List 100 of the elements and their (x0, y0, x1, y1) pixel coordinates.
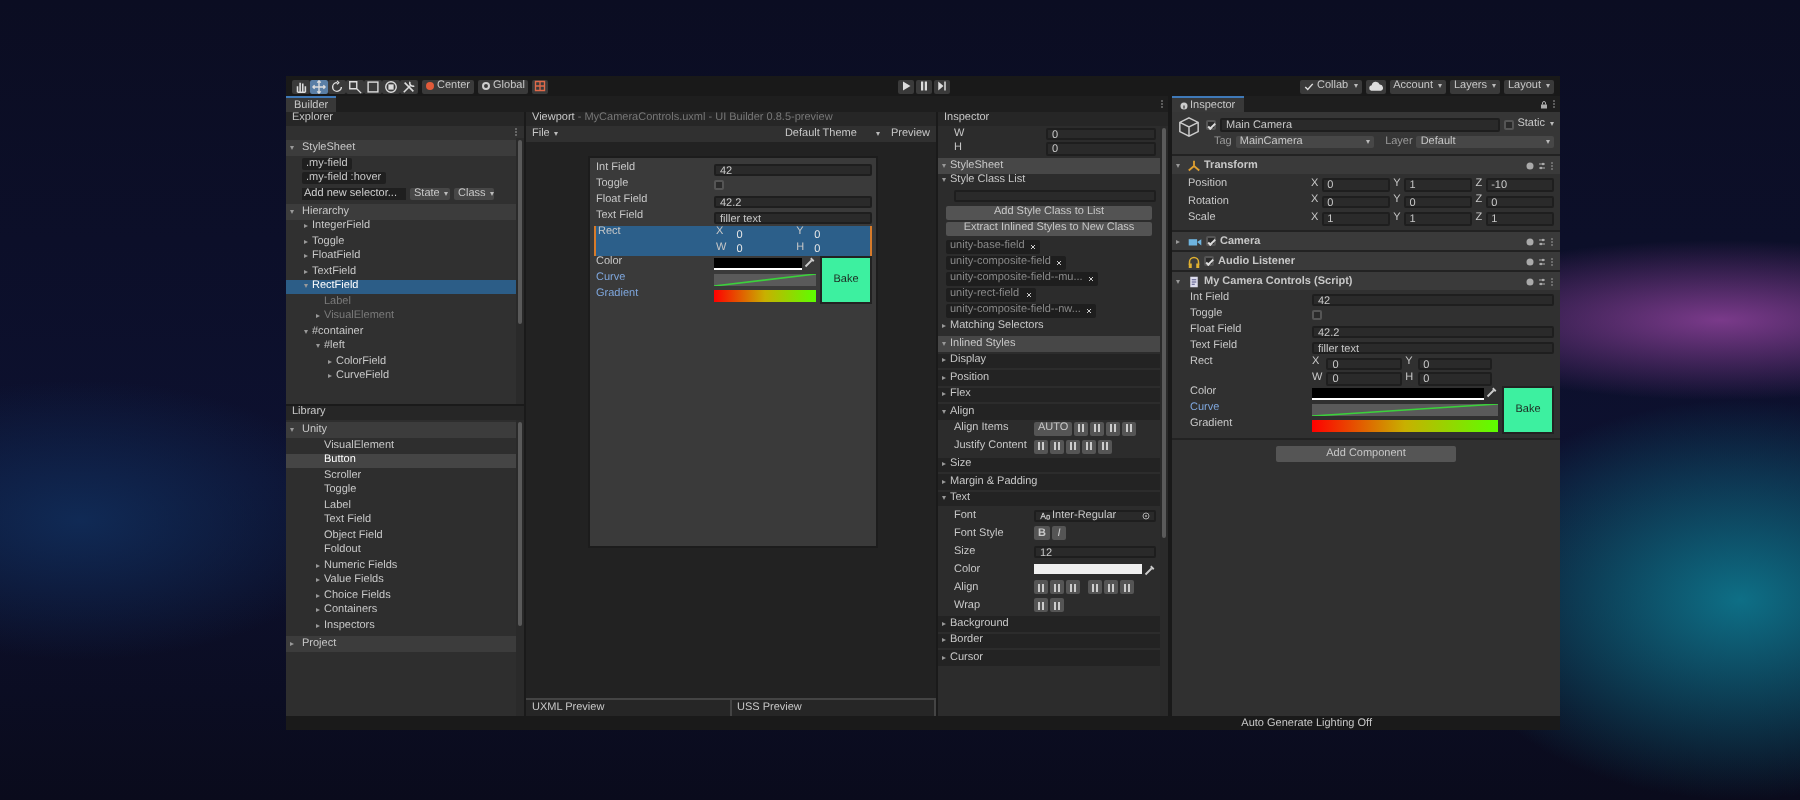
play-icon (900, 80, 913, 92)
caret-icon (1550, 122, 1554, 126)
tool-button[interactable] (328, 79, 346, 93)
font-asset-icon (1040, 511, 1050, 520)
lock-icon[interactable] (1540, 99, 1548, 109)
tool-button[interactable] (310, 79, 328, 93)
expand-arrow-icon[interactable] (304, 269, 308, 274)
expand-arrow-icon[interactable] (942, 324, 946, 329)
expand-arrow-icon[interactable] (304, 254, 308, 259)
pause-button[interactable] (916, 79, 933, 93)
wrap-option-button[interactable] (1034, 598, 1048, 612)
sliders-icon[interactable] (1538, 257, 1546, 265)
object-picker-icon[interactable] (1142, 511, 1150, 520)
expand-arrow-icon[interactable] (942, 655, 946, 660)
checkbox[interactable] (714, 180, 724, 190)
sliders-icon[interactable] (1538, 161, 1546, 169)
expand-arrow-icon[interactable] (316, 608, 320, 613)
expand-arrow-icon[interactable] (1176, 163, 1180, 167)
align-option-button[interactable] (1090, 421, 1105, 435)
close-icon[interactable] (1088, 275, 1095, 281)
align-option-button[interactable] (1050, 439, 1064, 453)
cloud-button[interactable] (1365, 79, 1386, 93)
color-swatch[interactable] (714, 257, 802, 269)
expand-arrow-icon[interactable] (290, 146, 294, 150)
active-checkbox[interactable] (1206, 119, 1216, 129)
sliders-icon[interactable] (1538, 237, 1546, 245)
close-icon[interactable] (1056, 259, 1063, 265)
tool-button[interactable] (292, 79, 310, 93)
rect-icon (366, 79, 380, 93)
align-option-button[interactable] (1066, 580, 1080, 594)
static-checkbox[interactable] (1503, 119, 1514, 129)
eyedropper-icon[interactable] (1144, 563, 1156, 575)
align-option-button[interactable] (1088, 580, 1102, 594)
tool-button[interactable] (382, 79, 400, 93)
align-option-button[interactable] (1034, 439, 1048, 453)
expand-arrow-icon[interactable] (942, 638, 946, 643)
curve-field[interactable] (1312, 403, 1498, 415)
gradient-field[interactable] (1312, 419, 1498, 431)
align-option-button[interactable] (1106, 421, 1121, 435)
expand-arrow-icon[interactable] (304, 224, 308, 229)
checkbox[interactable] (1312, 310, 1322, 320)
align-option-button[interactable] (1066, 439, 1080, 453)
sliders-icon[interactable] (1538, 277, 1546, 285)
caret-icon (1546, 84, 1550, 88)
align-option-button[interactable] (1074, 421, 1089, 435)
caret-icon (490, 191, 495, 196)
wrench-icon (402, 79, 416, 93)
expand-arrow-icon[interactable] (316, 314, 320, 319)
grid-icon (534, 80, 547, 92)
snap-button[interactable] (532, 79, 549, 93)
close-icon[interactable] (1086, 307, 1093, 313)
expand-arrow-icon[interactable] (290, 209, 294, 213)
scrollbar[interactable] (516, 138, 524, 404)
enabled-checkbox[interactable] (1206, 236, 1216, 246)
expand-arrow-icon[interactable] (1176, 279, 1180, 283)
tool-button[interactable] (346, 79, 364, 93)
tool-button[interactable] (364, 79, 382, 93)
close-icon[interactable] (1025, 291, 1032, 297)
expand-arrow-icon[interactable] (942, 479, 946, 484)
expand-arrow-icon[interactable] (328, 374, 332, 379)
move-icon (312, 79, 326, 93)
gradient-field[interactable] (714, 289, 816, 301)
cube-icon (1178, 116, 1200, 138)
align-option-button[interactable] (1034, 580, 1048, 594)
script-icon (1188, 275, 1200, 287)
expand-arrow-icon[interactable] (942, 392, 946, 397)
expand-arrow-icon[interactable] (316, 593, 320, 598)
expand-arrow-icon[interactable] (942, 621, 946, 626)
color-swatch[interactable] (1312, 387, 1484, 399)
expand-arrow-icon[interactable] (290, 641, 294, 645)
color-swatch[interactable] (1034, 564, 1142, 574)
class-name-input[interactable] (954, 189, 1156, 203)
play-button[interactable] (898, 79, 915, 93)
expand-arrow-icon[interactable] (1176, 239, 1180, 243)
curve-field[interactable] (714, 273, 816, 285)
align-option-button[interactable] (1104, 580, 1118, 594)
align-option-button[interactable] (1098, 439, 1112, 453)
check-icon (1304, 81, 1314, 91)
align-option-button[interactable] (1082, 439, 1096, 453)
tool-button[interactable] (400, 79, 418, 93)
scrollbar[interactable] (516, 420, 524, 716)
align-option-button[interactable] (1122, 421, 1137, 435)
expand-arrow-icon[interactable] (316, 578, 320, 583)
wrap-option-button[interactable] (1050, 598, 1064, 612)
caret-icon (554, 132, 559, 136)
expand-arrow-icon[interactable] (942, 358, 946, 363)
expand-arrow-icon[interactable] (942, 375, 946, 380)
expand-arrow-icon[interactable] (942, 462, 946, 467)
step-button[interactable] (934, 79, 951, 93)
eyedropper-icon[interactable] (804, 256, 816, 269)
expand-arrow-icon[interactable] (316, 623, 320, 628)
align-option-button[interactable] (1120, 580, 1134, 594)
expand-arrow-icon[interactable] (290, 428, 294, 432)
expand-arrow-icon[interactable] (304, 239, 308, 244)
enabled-checkbox[interactable] (1204, 256, 1214, 266)
align-option-button[interactable] (1050, 580, 1064, 594)
close-icon[interactable] (1030, 243, 1037, 249)
eyedropper-icon[interactable] (1486, 386, 1498, 399)
expand-arrow-icon[interactable] (328, 359, 332, 364)
expand-arrow-icon[interactable] (316, 563, 320, 568)
